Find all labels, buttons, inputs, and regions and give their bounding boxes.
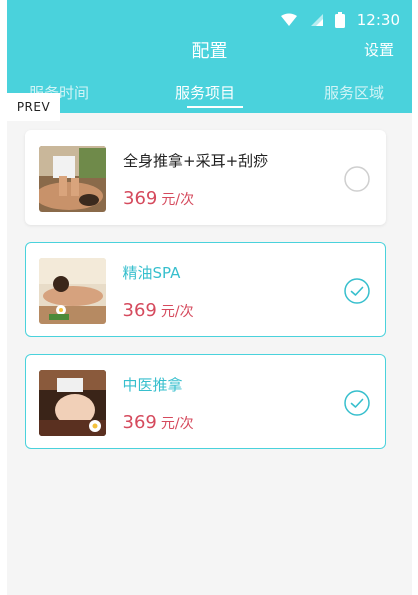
page-title: 配置 (191, 41, 228, 62)
status-bar: 12:30 (280, 10, 400, 30)
service-image-back-massage (39, 146, 106, 212)
tab-service-area[interactable]: 服务区域 (324, 82, 384, 103)
tab-active-indicator (187, 106, 243, 108)
service-card[interactable]: 中医推拿 369 元/次 (25, 354, 386, 449)
check-circle-icon[interactable] (344, 389, 370, 416)
settings-button[interactable]: 设置 (364, 39, 394, 60)
battery-icon (334, 12, 345, 28)
tab-bar: 服务时间 服务项目 服务区域 (7, 82, 412, 110)
service-image-spa (38, 257, 106, 324)
wifi-icon (280, 13, 297, 26)
service-card[interactable]: 全身推拿+采耳+刮痧 369 元/次 (25, 130, 386, 225)
service-price: 369 元/次 (122, 299, 194, 321)
service-price: 369 元/次 (123, 188, 195, 209)
service-image-facial-massage (38, 369, 106, 436)
service-name: 精油SPA (122, 263, 181, 282)
check-circle-icon[interactable] (344, 277, 370, 304)
status-time: 12:30 (356, 11, 400, 29)
app-header: 12:30 配置 设置 服务时间 服务项目 服务区域 (7, 0, 412, 113)
service-name: 全身推拿+采耳+刮痧 (123, 152, 269, 170)
app-screen: 12:30 配置 设置 服务时间 服务项目 服务区域 全身推拿+采耳+刮痧 (7, 0, 412, 595)
service-card[interactable]: 精油SPA 369 元/次 (25, 242, 386, 337)
unchecked-circle-icon[interactable] (344, 166, 370, 192)
service-name: 中医推拿 (122, 375, 183, 394)
service-price: 369 元/次 (122, 411, 194, 433)
prev-button[interactable]: PREV (7, 93, 60, 121)
tab-service-items[interactable]: 服务项目 (175, 82, 235, 103)
signal-icon (310, 14, 323, 26)
